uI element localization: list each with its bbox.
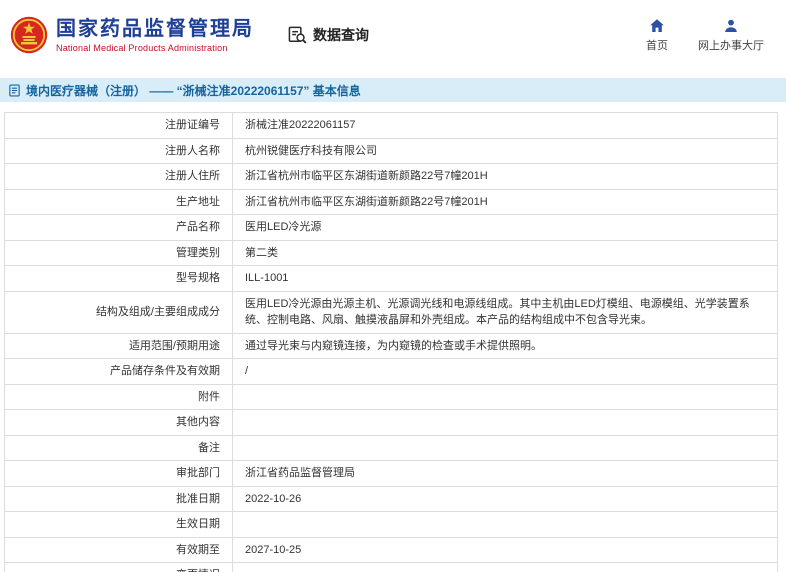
table-row: 批准日期 2022-10-26	[4, 485, 778, 512]
field-label: 结构及组成/主要组成成分	[4, 290, 233, 334]
field-label: 注册人名称	[4, 137, 233, 164]
field-value: 2022-10-26	[232, 485, 778, 512]
data-query-magnifier-icon	[288, 26, 307, 45]
field-value: 通过导光束与内窥镜连接，为内窥镜的检查或手术提供照明。	[232, 332, 778, 359]
document-icon	[8, 84, 21, 97]
field-label: 适用范围/预期用途	[4, 332, 233, 359]
field-label: 产品名称	[4, 214, 233, 241]
field-label: 注册人住所	[4, 163, 233, 190]
field-label: 批准日期	[4, 485, 233, 512]
table-row: 附件	[4, 383, 778, 410]
field-value	[232, 562, 778, 572]
table-row: 管理类别 第二类	[4, 239, 778, 266]
field-label: 附件	[4, 383, 233, 410]
field-value: 浙江省药品监督管理局	[232, 460, 778, 487]
field-value: 浙江省杭州市临平区东湖街道新颜路22号7幢201H	[232, 163, 778, 190]
table-row: 产品名称 医用LED冷光源	[4, 214, 778, 241]
table-row: 注册人住所 浙江省杭州市临平区东湖街道新颜路22号7幢201H	[4, 163, 778, 190]
header-right-nav: 首页 网上办事大厅	[646, 18, 770, 53]
field-value: 杭州锐健医疗科技有限公司	[232, 137, 778, 164]
table-row: 型号规格 ILL-1001	[4, 265, 778, 292]
field-label: 生效日期	[4, 511, 233, 538]
nav-service-hall-label: 网上办事大厅	[698, 39, 764, 52]
table-row: 生产地址 浙江省杭州市临平区东湖街道新颜路22号7幢201H	[4, 188, 778, 215]
table-row: 产品储存条件及有效期 /	[4, 358, 778, 385]
home-icon	[649, 18, 665, 34]
table-row: 有效期至 2027-10-25	[4, 536, 778, 563]
brand: 国家药品监督管理局 National Medical Products Admi…	[10, 16, 254, 54]
nav-home-label: 首页	[646, 39, 668, 52]
header: 国家药品监督管理局 National Medical Products Admi…	[0, 0, 786, 70]
registration-info-table: 注册证编号 浙械注准20222061157 注册人名称 杭州锐健医疗科技有限公司 注册人…	[4, 112, 778, 572]
field-value: 浙江省杭州市临平区东湖街道新颜路22号7幢201H	[232, 188, 778, 215]
table-row: 结构及组成/主要组成成分 医用LED冷光源由光源主机、光源调光线和电源线组成。其中…	[4, 290, 778, 334]
page-title: 境内医疗器械（注册） —— “浙械注准20222061157” 基本信息	[26, 83, 361, 98]
nav-home[interactable]: 首页	[646, 18, 668, 53]
field-value: 第二类	[232, 239, 778, 266]
field-label: 有效期至	[4, 536, 233, 563]
field-label: 变更情况	[4, 562, 233, 572]
table-row: 生效日期	[4, 511, 778, 538]
national-emblem-logo	[10, 16, 48, 54]
nav-data-query[interactable]: 数据查询	[288, 25, 369, 45]
table-row: 备注	[4, 434, 778, 461]
field-label: 产品储存条件及有效期	[4, 358, 233, 385]
field-value: /	[232, 358, 778, 385]
field-value	[232, 434, 778, 461]
field-label: 生产地址	[4, 188, 233, 215]
field-label: 审批部门	[4, 460, 233, 487]
field-label: 管理类别	[4, 239, 233, 266]
page-title-bar: 境内医疗器械（注册） —— “浙械注准20222061157” 基本信息	[0, 78, 786, 102]
field-label: 注册证编号	[4, 112, 233, 139]
table-row: 适用范围/预期用途 通过导光束与内窥镜连接，为内窥镜的检查或手术提供照明。	[4, 332, 778, 359]
table-row: 注册人名称 杭州锐健医疗科技有限公司	[4, 137, 778, 164]
table-row: 注册证编号 浙械注准20222061157	[4, 112, 778, 139]
person-icon	[723, 18, 739, 34]
field-label: 备注	[4, 434, 233, 461]
field-value: 医用LED冷光源由光源主机、光源调光线和电源线组成。其中主机由LED灯模组、电源…	[232, 290, 778, 334]
field-value: ILL-1001	[232, 265, 778, 292]
org-name-en: National Medical Products Administration	[56, 42, 228, 53]
field-value	[232, 383, 778, 410]
nav-service-hall[interactable]: 网上办事大厅	[698, 18, 764, 53]
field-value: 浙械注准20222061157	[232, 112, 778, 139]
data-query-label: 数据查询	[313, 27, 369, 43]
org-name-cn: 国家药品监督管理局	[56, 17, 254, 40]
field-label: 型号规格	[4, 265, 233, 292]
table-row: 审批部门 浙江省药品监督管理局	[4, 460, 778, 487]
field-label: 其他内容	[4, 409, 233, 436]
field-value: 医用LED冷光源	[232, 214, 778, 241]
field-value	[232, 511, 778, 538]
field-value: 2027-10-25	[232, 536, 778, 563]
table-row: 其他内容	[4, 409, 778, 436]
table-row: 变更情况	[4, 562, 778, 572]
brand-text: 国家药品监督管理局 National Medical Products Admi…	[56, 18, 254, 53]
field-value	[232, 409, 778, 436]
